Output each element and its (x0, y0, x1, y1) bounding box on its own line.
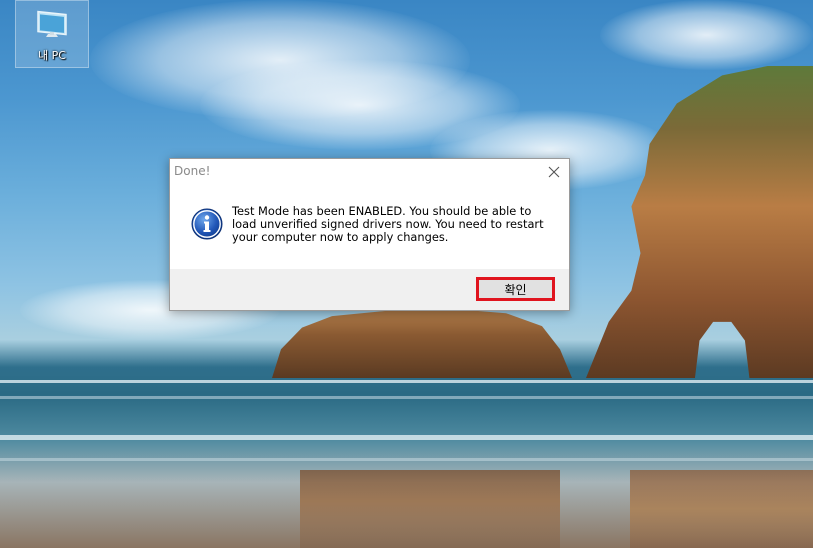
dialog-footer: 확인 (170, 269, 569, 310)
info-icon (191, 208, 223, 240)
message-dialog: Done! Test Mode has been ENABLED. You sh… (169, 158, 570, 311)
rock-formation-left (272, 308, 572, 378)
rock-reflection (630, 470, 813, 548)
desktop: 내 PC Done! Test Mode has been ENABLED. Y… (0, 0, 813, 548)
dialog-title: Done! (174, 164, 211, 178)
dialog-body: Test Mode has been ENABLED. You should b… (170, 185, 569, 269)
sea-foam (0, 380, 813, 383)
desktop-icon-label: 내 PC (38, 49, 66, 62)
dialog-titlebar[interactable]: Done! (170, 159, 569, 185)
sea-foam (0, 396, 813, 399)
desktop-icon-this-pc[interactable]: 내 PC (15, 0, 89, 68)
sea-foam (0, 458, 813, 461)
computer-icon (37, 10, 67, 37)
close-button[interactable] (545, 163, 563, 181)
cloud (600, 0, 813, 70)
ok-button[interactable]: 확인 (476, 277, 555, 301)
rock-reflection (300, 470, 560, 548)
rock-formation-right (586, 66, 813, 378)
sea-foam (0, 435, 813, 440)
dialog-message: Test Mode has been ENABLED. You should b… (232, 204, 544, 244)
close-icon (548, 166, 560, 178)
